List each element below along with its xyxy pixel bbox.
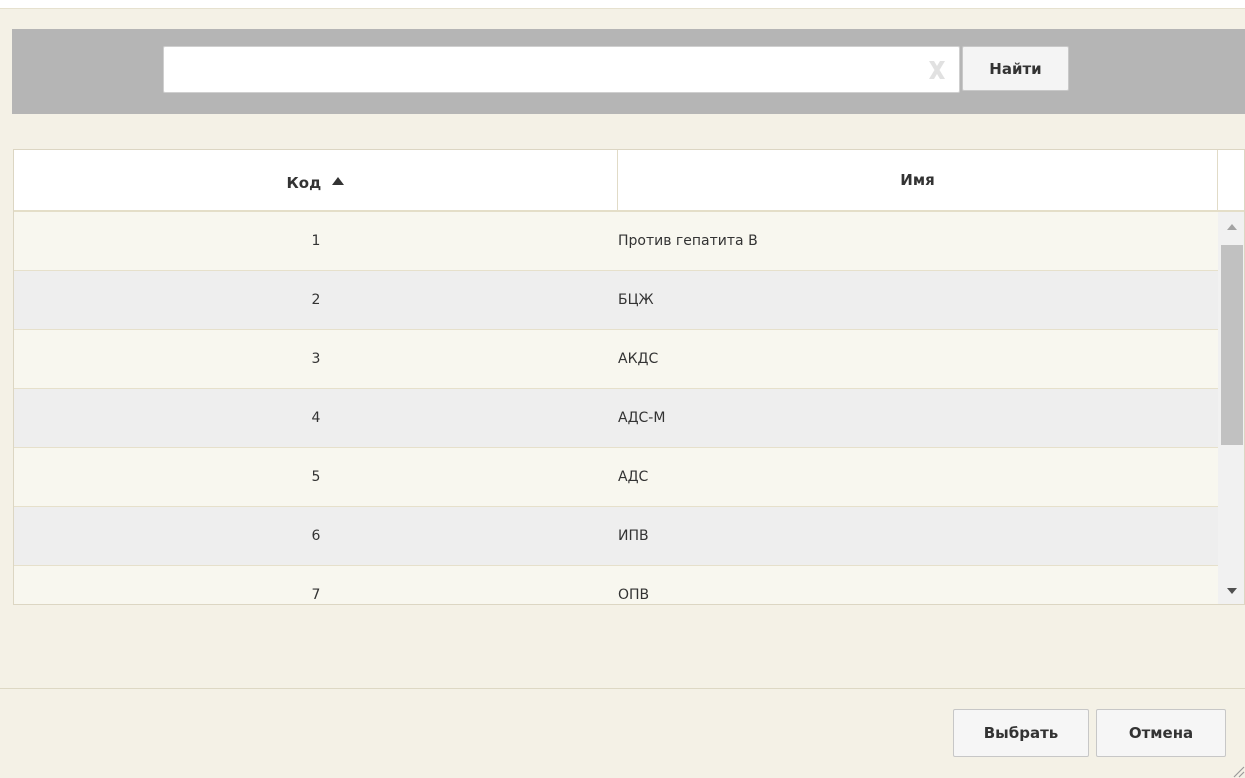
grid-header: Код Имя xyxy=(14,150,1244,212)
dialog: Найти Код Имя 1 Против гепатита В 2 БЦЖ xyxy=(0,8,1245,778)
resize-grip-icon[interactable] xyxy=(1229,762,1245,778)
table-row[interactable]: 6 ИПВ xyxy=(14,507,1218,566)
column-header-code[interactable]: Код xyxy=(14,150,618,210)
cell-code: 3 xyxy=(311,351,321,367)
cell-code: 1 xyxy=(311,233,321,249)
cell-name: АДС xyxy=(618,469,649,485)
find-button[interactable]: Найти xyxy=(962,46,1069,91)
column-header-name[interactable]: Имя xyxy=(618,150,1218,210)
column-header-name-label: Имя xyxy=(900,171,935,189)
cell-name: АДС-М xyxy=(618,410,666,426)
cell-code: 7 xyxy=(311,587,321,603)
table-row[interactable]: 7 ОПВ xyxy=(14,566,1218,604)
clear-icon[interactable] xyxy=(925,58,949,82)
search-field[interactable] xyxy=(163,46,960,93)
cell-code: 2 xyxy=(311,292,321,308)
search-bar: Найти xyxy=(12,29,1245,114)
table-row[interactable]: 5 АДС xyxy=(14,448,1218,507)
scroll-thumb[interactable] xyxy=(1221,245,1243,445)
vertical-scrollbar[interactable] xyxy=(1218,212,1244,604)
footer-divider xyxy=(0,688,1245,689)
search-input[interactable] xyxy=(164,47,914,92)
table-row[interactable]: 2 БЦЖ xyxy=(14,271,1218,330)
cell-code: 4 xyxy=(311,410,321,426)
scroll-down-arrow-icon[interactable] xyxy=(1218,576,1244,604)
cell-code: 5 xyxy=(311,469,321,485)
cell-name: Против гепатита В xyxy=(618,233,758,249)
grid-body: 1 Против гепатита В 2 БЦЖ 3 АКДС 4 АДС-М… xyxy=(14,212,1218,604)
table-row[interactable]: 4 АДС-М xyxy=(14,389,1218,448)
sort-ascending-icon xyxy=(332,150,345,210)
column-header-code-label: Код xyxy=(286,174,322,192)
cell-name: ОПВ xyxy=(618,587,650,603)
cell-name: БЦЖ xyxy=(618,292,654,308)
scroll-up-arrow-icon[interactable] xyxy=(1218,212,1244,242)
cell-code: 6 xyxy=(311,528,321,544)
cancel-button[interactable]: Отмена xyxy=(1096,709,1226,757)
results-grid: Код Имя 1 Против гепатита В 2 БЦЖ 3 АКДС xyxy=(13,149,1245,605)
table-row[interactable]: 1 Против гепатита В xyxy=(14,212,1218,271)
cell-name: ИПВ xyxy=(618,528,649,544)
table-row[interactable]: 3 АКДС xyxy=(14,330,1218,389)
select-button[interactable]: Выбрать xyxy=(953,709,1089,757)
cell-name: АКДС xyxy=(618,351,659,367)
